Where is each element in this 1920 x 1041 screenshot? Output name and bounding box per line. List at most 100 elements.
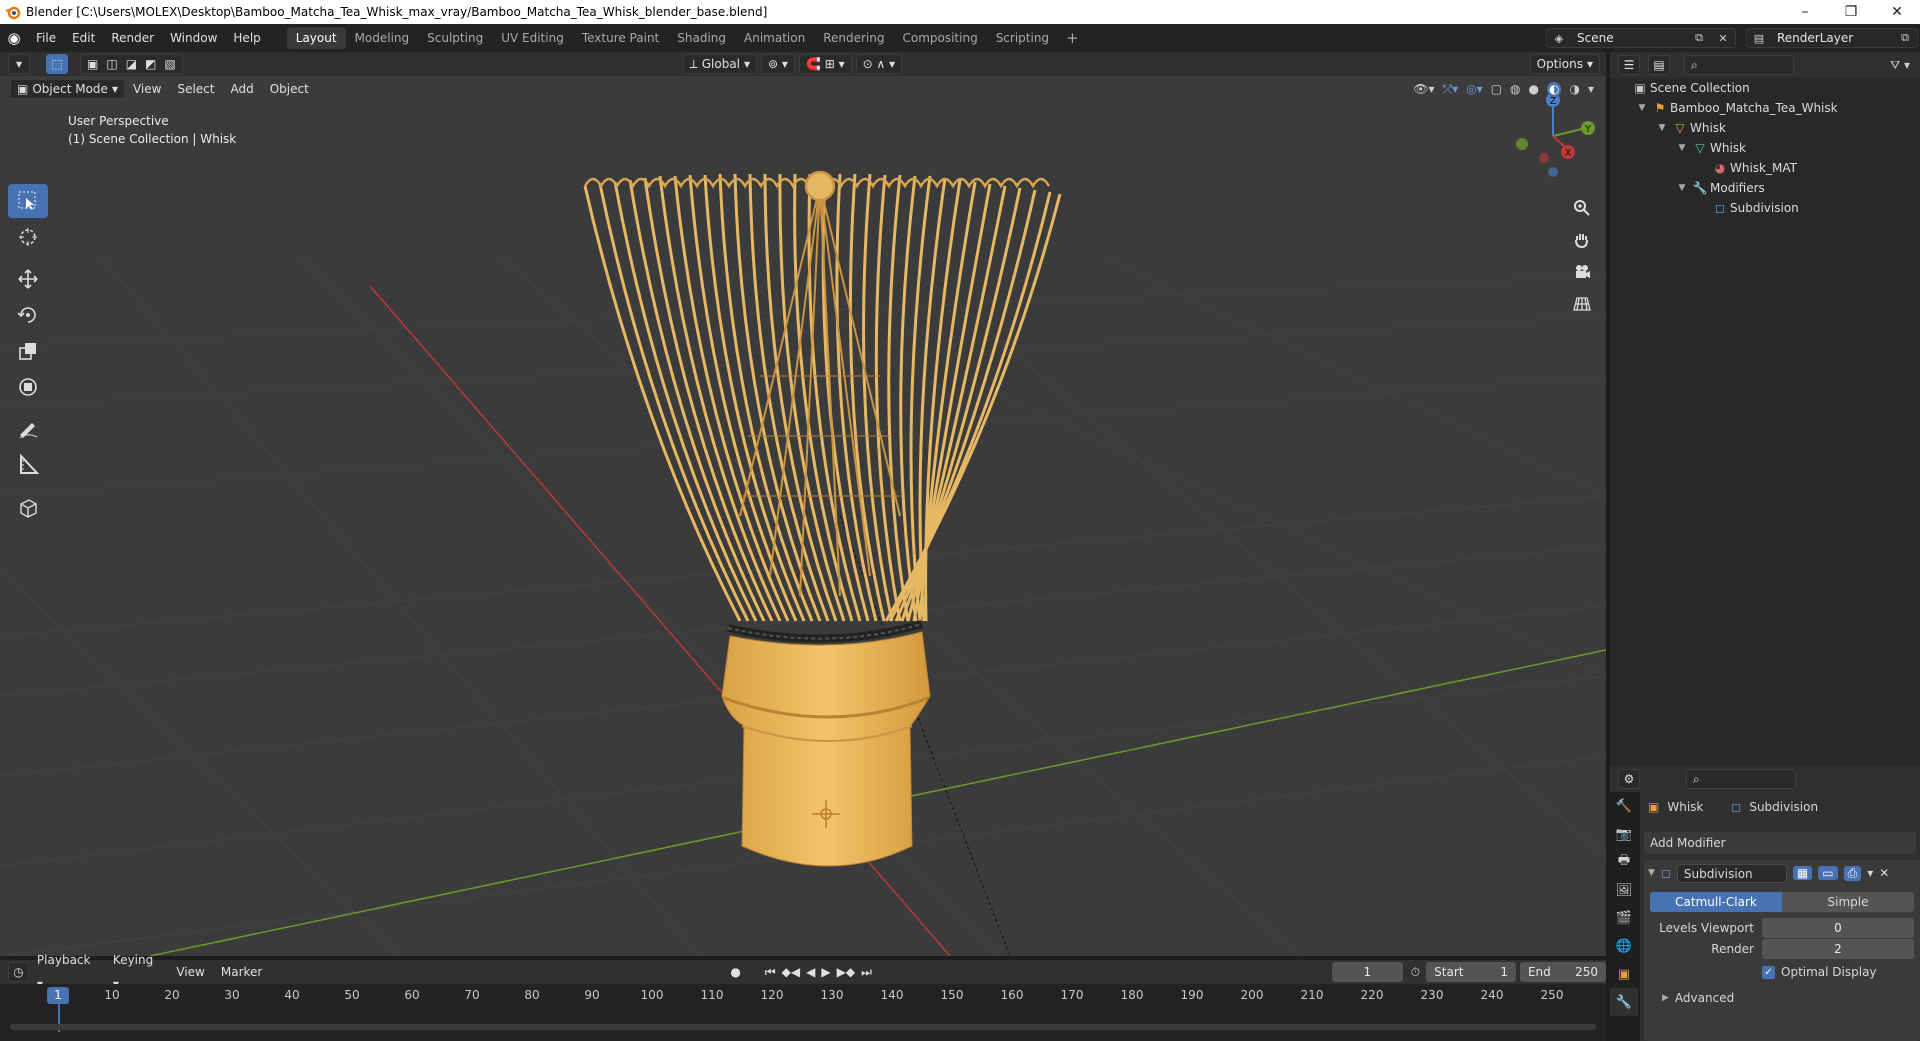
wireframe-shading-icon[interactable]: ◍ bbox=[1510, 82, 1520, 97]
render-levels-field[interactable]: 2 bbox=[1762, 939, 1914, 959]
select-extend-icon[interactable]: ◫ bbox=[106, 54, 117, 74]
annotate-tool[interactable] bbox=[8, 412, 48, 446]
proportional-edit-toggle[interactable]: ⊙ ∧ ▾ bbox=[855, 54, 903, 74]
scene-selector[interactable]: ◈ Scene ⧉ ✕ bbox=[1546, 28, 1736, 48]
zoom-icon[interactable] bbox=[1568, 194, 1596, 222]
menu-object[interactable]: Object bbox=[262, 78, 317, 100]
tab-texture-paint[interactable]: Texture Paint bbox=[573, 27, 668, 49]
viewport-scene[interactable] bbox=[0, 76, 1606, 956]
xray-toggle-icon[interactable]: ▢ bbox=[1491, 82, 1502, 97]
chevron-down-icon[interactable]: ▾ bbox=[1867, 866, 1873, 880]
transform-tool[interactable] bbox=[8, 370, 48, 404]
stopwatch-icon[interactable]: ⏱ bbox=[1411, 965, 1420, 980]
menu-select[interactable]: Select bbox=[169, 78, 222, 100]
menu-render[interactable]: Render bbox=[103, 24, 162, 52]
select-box-tool[interactable] bbox=[8, 184, 48, 218]
tool-tab-icon[interactable]: 🔨 bbox=[1610, 792, 1638, 820]
expand-arrow-icon[interactable]: ▼ bbox=[1634, 103, 1650, 113]
add-modifier-button[interactable]: Add Modifier bbox=[1644, 832, 1916, 854]
tab-shading[interactable]: Shading bbox=[668, 27, 735, 49]
scene-tab-icon[interactable]: 🎬 bbox=[1610, 904, 1638, 932]
new-view-layer-icon[interactable]: ⧉ bbox=[1893, 31, 1917, 45]
maximize-button[interactable]: ❐ bbox=[1828, 4, 1874, 20]
timeline-marker-menu[interactable]: Marker bbox=[213, 960, 270, 984]
cursor-tool[interactable] bbox=[8, 220, 48, 254]
menu-help[interactable]: Help bbox=[225, 24, 268, 52]
levels-viewport-field[interactable]: 0 bbox=[1762, 918, 1914, 938]
pan-hand-icon[interactable] bbox=[1568, 226, 1596, 254]
outliner-editor-type-button[interactable]: ☰ bbox=[1618, 55, 1640, 75]
outliner-scene-collection[interactable]: ▣ Scene Collection bbox=[1630, 78, 1749, 98]
object-tab-icon[interactable]: ▣ bbox=[1610, 960, 1638, 988]
tab-sculpting[interactable]: Sculpting bbox=[418, 27, 492, 49]
jump-end-icon[interactable]: ⏭ bbox=[861, 965, 872, 980]
viewport-toggle-icon[interactable]: ▭ bbox=[1818, 866, 1838, 880]
optimal-display-checkbox[interactable]: ✓ bbox=[1762, 965, 1775, 979]
rotate-tool[interactable] bbox=[8, 298, 48, 332]
tab-modeling[interactable]: Modeling bbox=[346, 27, 419, 49]
timeline-view-menu[interactable]: View bbox=[168, 960, 212, 984]
overlay-toggle-icon[interactable]: ◎▾ bbox=[1466, 82, 1483, 97]
timeline-scrollbar[interactable] bbox=[10, 1024, 1596, 1030]
transform-orientation-dropdown[interactable]: ⟂ Global ▾ bbox=[682, 54, 758, 74]
world-tab-icon[interactable]: 🌐 bbox=[1610, 932, 1638, 960]
close-icon[interactable]: ✕ bbox=[1879, 866, 1889, 880]
simple-button[interactable]: Simple bbox=[1782, 892, 1914, 912]
tab-animation[interactable]: Animation bbox=[735, 27, 814, 49]
filter-icon[interactable]: ⛛ ▾ bbox=[1890, 58, 1910, 73]
start-frame-field[interactable]: Start 1 bbox=[1426, 962, 1516, 982]
object-mode-dropdown[interactable]: ▣ Object Mode ▾ bbox=[10, 79, 125, 99]
tab-rendering[interactable]: Rendering bbox=[814, 27, 893, 49]
jump-start-icon[interactable]: ⏮ bbox=[765, 965, 776, 980]
current-frame-field[interactable]: 1 bbox=[1331, 962, 1403, 982]
close-button[interactable]: ✕ bbox=[1874, 4, 1920, 20]
solid-shading-icon[interactable]: ● bbox=[1529, 82, 1539, 97]
minimize-button[interactable]: – bbox=[1782, 4, 1828, 20]
scale-tool[interactable] bbox=[8, 334, 48, 368]
output-tab-icon[interactable]: 🖶 bbox=[1610, 848, 1638, 876]
properties-search-input[interactable]: ⌕ bbox=[1686, 769, 1796, 789]
view-layer-selector[interactable]: ▤ RenderLayer ⧉ bbox=[1746, 28, 1918, 48]
outliner-object-whisk[interactable]: ▼ ▽ Whisk bbox=[1654, 118, 1726, 138]
advanced-subpanel[interactable]: ▶ Advanced bbox=[1662, 991, 1920, 1005]
new-scene-icon[interactable]: ⧉ bbox=[1687, 31, 1711, 45]
expand-arrow-icon[interactable]: ▶ bbox=[1662, 993, 1669, 1003]
play-icon[interactable]: ▶ bbox=[821, 965, 830, 980]
delete-scene-icon[interactable]: ✕ bbox=[1711, 32, 1735, 45]
tab-compositing[interactable]: Compositing bbox=[893, 27, 986, 49]
move-tool[interactable] bbox=[8, 262, 48, 296]
options-dropdown[interactable]: Options ▾ bbox=[1529, 54, 1600, 74]
add-cube-tool[interactable] bbox=[8, 490, 48, 524]
outliner-material[interactable]: ◕ Whisk_MAT bbox=[1710, 158, 1797, 178]
visibility-icon[interactable]: 👁▾ bbox=[1413, 82, 1434, 97]
render-tab-icon[interactable]: 📷 bbox=[1610, 820, 1638, 848]
editor-type-button[interactable]: ▾ bbox=[8, 54, 30, 74]
tab-layout[interactable]: Layout bbox=[286, 27, 346, 49]
blender-menu-icon[interactable]: ◉ bbox=[0, 29, 28, 47]
select-invert-icon[interactable]: ◩ bbox=[145, 54, 156, 74]
play-reverse-icon[interactable]: ◀ bbox=[806, 965, 815, 980]
properties-editor-type-button[interactable]: ⚙ bbox=[1618, 769, 1640, 789]
outliner-mesh-whisk[interactable]: ▼ ▽ Whisk bbox=[1674, 138, 1746, 158]
outliner-collection[interactable]: ▼ ⚑ Bamboo_Matcha_Tea_Whisk bbox=[1634, 98, 1838, 118]
next-keyframe-icon[interactable]: ▶◆ bbox=[837, 965, 855, 980]
prev-keyframe-icon[interactable]: ◆◀ bbox=[782, 965, 800, 980]
shading-options-icon[interactable]: ▾ bbox=[1588, 82, 1594, 97]
navigation-gizmo[interactable]: Z Y X bbox=[1508, 88, 1598, 178]
gizmo-toggle-icon[interactable]: ⤱▾ bbox=[1443, 82, 1459, 97]
expand-arrow-icon[interactable]: ▼ bbox=[1674, 143, 1690, 153]
selection-mode-group[interactable]: ▣ ◫ ◪ ◩ ▧ bbox=[80, 54, 183, 74]
menu-add[interactable]: Add bbox=[222, 78, 261, 100]
select-subtract-icon[interactable]: ◪ bbox=[126, 54, 137, 74]
rendered-shading-icon[interactable]: ◑ bbox=[1569, 82, 1579, 97]
outliner-modifiers[interactable]: ▼ 🔧 Modifiers bbox=[1674, 178, 1765, 198]
record-icon[interactable]: ● bbox=[730, 965, 740, 980]
tab-scripting[interactable]: Scripting bbox=[987, 27, 1058, 49]
end-frame-field[interactable]: End 250 bbox=[1519, 962, 1606, 982]
material-shading-icon[interactable]: ◐ bbox=[1547, 81, 1562, 97]
select-intersect-icon[interactable]: ▧ bbox=[164, 54, 175, 74]
modifier-name-field[interactable]: Subdivision bbox=[1676, 863, 1787, 883]
timeline-body[interactable]: 1 10 20 30 40 50 60 70 80 90 100 110 120 130 140 150 16… bbox=[0, 984, 1606, 1041]
collapse-arrow-icon[interactable]: ▼ bbox=[1648, 868, 1655, 878]
render-toggle-icon[interactable]: ⎙ bbox=[1843, 865, 1862, 881]
